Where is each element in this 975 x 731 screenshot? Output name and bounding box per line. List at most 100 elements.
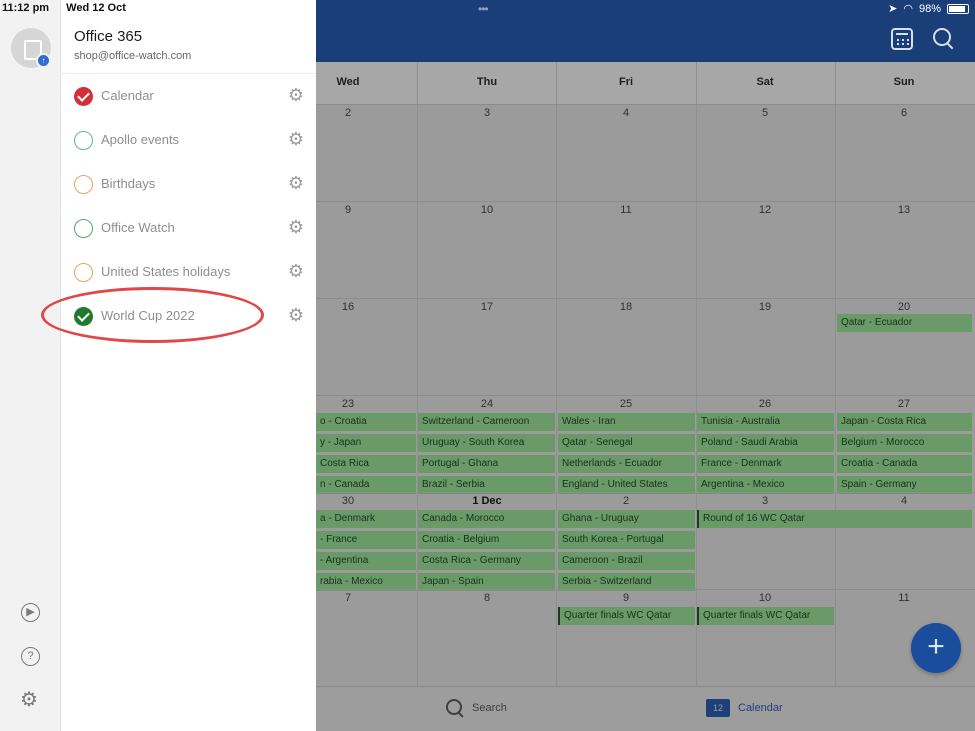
- calendar-event[interactable]: Round of 16 WC Qatar: [697, 510, 972, 528]
- calendar-item-world-cup-2022[interactable]: World Cup 2022 ⚙: [61, 294, 316, 338]
- help-icon[interactable]: ?: [21, 647, 40, 666]
- day-number: 4: [622, 107, 630, 119]
- tab-search[interactable]: Search: [446, 699, 507, 717]
- day-number: 13: [897, 204, 911, 216]
- week-row[interactable]: 30 1 Dec 2 3 4 a - Denmark Canada - Moro…: [316, 492, 975, 591]
- status-date: Wed 12 Oct: [66, 2, 126, 14]
- week-row[interactable]: 16 17 18 19 20 Qatar - Ecuador: [316, 298, 975, 395]
- week-row[interactable]: 7 8 9 10 11 Quarter finals WC Qatar Quar…: [316, 589, 975, 686]
- calendar-event[interactable]: Croatia - Canada: [837, 455, 972, 473]
- day-header-sat: Sat: [756, 76, 774, 88]
- calendar-item-us-holidays[interactable]: United States holidays ⚙: [61, 250, 316, 294]
- month-grid: 2 3 4 5 6 9 10 11 12 13 16 17 18 19 20 Q…: [316, 104, 975, 686]
- calendar-event[interactable]: Quarter finals WC Qatar: [697, 607, 834, 625]
- calendar-event[interactable]: Canada - Morocco: [418, 510, 555, 528]
- day-number: 8: [483, 592, 491, 604]
- calendar-item-calendar[interactable]: Calendar ⚙: [61, 74, 316, 118]
- day-number: 3: [761, 495, 769, 507]
- unchecked-circle-icon[interactable]: [74, 131, 93, 150]
- calendar-settings-gear-icon[interactable]: ⚙: [288, 174, 304, 192]
- checked-icon[interactable]: [74, 307, 93, 326]
- calendar-event[interactable]: Wales - Iran: [558, 413, 695, 431]
- calendar-event[interactable]: Switzerland - Cameroon: [418, 413, 555, 431]
- calendar-event[interactable]: Uruguay - South Korea: [418, 434, 555, 452]
- status-bar-left: 11:12 pm Wed 12 Oct: [0, 2, 126, 14]
- calendar-settings-gear-icon[interactable]: ⚙: [288, 86, 304, 104]
- calendar-settings-gear-icon[interactable]: ⚙: [288, 306, 304, 324]
- location-icon: ➤: [888, 3, 898, 15]
- calendar-event[interactable]: a - Denmark: [316, 510, 416, 528]
- day-number: 6: [900, 107, 908, 119]
- calendar-drawer: Office 365 shop@office-watch.com Calenda…: [61, 0, 316, 731]
- account-email: shop@office-watch.com: [74, 50, 192, 62]
- day-number: 2: [622, 495, 630, 507]
- calendar-settings-gear-icon[interactable]: ⚙: [288, 218, 304, 236]
- calendar-icon: 12: [706, 699, 730, 717]
- calendar-event[interactable]: o - Croatia: [316, 413, 416, 431]
- tab-calendar[interactable]: 12 Calendar: [706, 699, 783, 717]
- calendar-event[interactable]: Croatia - Belgium: [418, 531, 555, 549]
- calendar-event[interactable]: Quarter finals WC Qatar: [558, 607, 695, 625]
- play-icon[interactable]: ▶: [21, 603, 40, 622]
- day-number: 9: [622, 592, 630, 604]
- multitask-dots-icon[interactable]: •••: [478, 2, 489, 16]
- calendar-event[interactable]: y - Japan: [316, 434, 416, 452]
- day-number: 18: [619, 301, 633, 313]
- day-number: 16: [341, 301, 355, 313]
- day-number: 19: [758, 301, 772, 313]
- day-number: 26: [758, 398, 772, 410]
- day-headers: Wed Thu Fri Sat Sun: [316, 62, 975, 104]
- calendar-event[interactable]: Cameroon - Brazil: [558, 552, 695, 570]
- calendar-event[interactable]: Tunisia - Australia: [697, 413, 834, 431]
- wifi-icon: ◠: [903, 3, 913, 15]
- calendar-view-icon[interactable]: [891, 28, 913, 50]
- day-number: 20: [897, 301, 911, 313]
- search-icon[interactable]: [933, 28, 955, 50]
- day-number: 2: [344, 107, 352, 119]
- calendar-event[interactable]: Belgium - Morocco: [837, 434, 972, 452]
- day-header-wed: Wed: [336, 76, 360, 88]
- day-number: 5: [761, 107, 769, 119]
- calendar-item-office-watch[interactable]: Office Watch ⚙: [61, 206, 316, 250]
- calendar-event[interactable]: Costa Rica - Germany: [418, 552, 555, 570]
- calendar-event[interactable]: South Korea - Portugal: [558, 531, 695, 549]
- new-event-button[interactable]: +: [911, 623, 961, 673]
- calendar-item-apollo-events[interactable]: Apollo events ⚙: [61, 118, 316, 162]
- calendar-event[interactable]: Netherlands - Ecuador: [558, 455, 695, 473]
- unchecked-circle-icon[interactable]: [74, 219, 93, 238]
- calendar-event[interactable]: - Argentina: [316, 552, 416, 570]
- calendar-settings-gear-icon[interactable]: ⚙: [288, 262, 304, 280]
- tab-calendar-label: Calendar: [738, 702, 783, 714]
- day-number: 17: [480, 301, 494, 313]
- week-row[interactable]: 9 10 11 12 13: [316, 201, 975, 298]
- day-number: 12: [758, 204, 772, 216]
- week-row[interactable]: 2 3 4 5 6: [316, 104, 975, 201]
- calendar-item-birthdays[interactable]: Birthdays ⚙: [61, 162, 316, 206]
- calendar-event[interactable]: Qatar - Ecuador: [837, 314, 972, 332]
- calendar-item-label: United States holidays: [101, 264, 231, 279]
- day-number: 10: [480, 204, 494, 216]
- calendar-event[interactable]: - France: [316, 531, 416, 549]
- status-bar-right: ➤ ◠ 98%: [888, 2, 969, 15]
- calendar-event[interactable]: Qatar - Senegal: [558, 434, 695, 452]
- status-time: 11:12 pm: [2, 2, 50, 14]
- calendar-event[interactable]: Japan - Costa Rica: [837, 413, 972, 431]
- calendar-event[interactable]: Costa Rica: [316, 455, 416, 473]
- settings-gear-icon[interactable]: ⚙: [20, 690, 38, 710]
- day-number: 3: [483, 107, 491, 119]
- week-row[interactable]: 23 24 25 26 27 o - Croatia Switzerland -…: [316, 395, 975, 494]
- calendar-event[interactable]: Poland - Saudi Arabia: [697, 434, 834, 452]
- calendar-settings-gear-icon[interactable]: ⚙: [288, 130, 304, 148]
- account-rail: ↑ ▶ ? ⚙: [0, 0, 61, 731]
- calendar-event[interactable]: Portugal - Ghana: [418, 455, 555, 473]
- calendar-event[interactable]: France - Denmark: [697, 455, 834, 473]
- unchecked-circle-icon[interactable]: [74, 263, 93, 282]
- calendar-view: Wed Thu Fri Sat Sun 2 3 4 5 6 9 10 11 12…: [316, 0, 975, 731]
- search-icon: [446, 699, 464, 717]
- battery-icon: [947, 3, 969, 14]
- unchecked-circle-icon[interactable]: [74, 175, 93, 194]
- calendar-event[interactable]: Ghana - Uruguay: [558, 510, 695, 528]
- checked-icon[interactable]: [74, 87, 93, 106]
- day-header-fri: Fri: [618, 76, 634, 88]
- calendar-item-label: Birthdays: [101, 176, 156, 191]
